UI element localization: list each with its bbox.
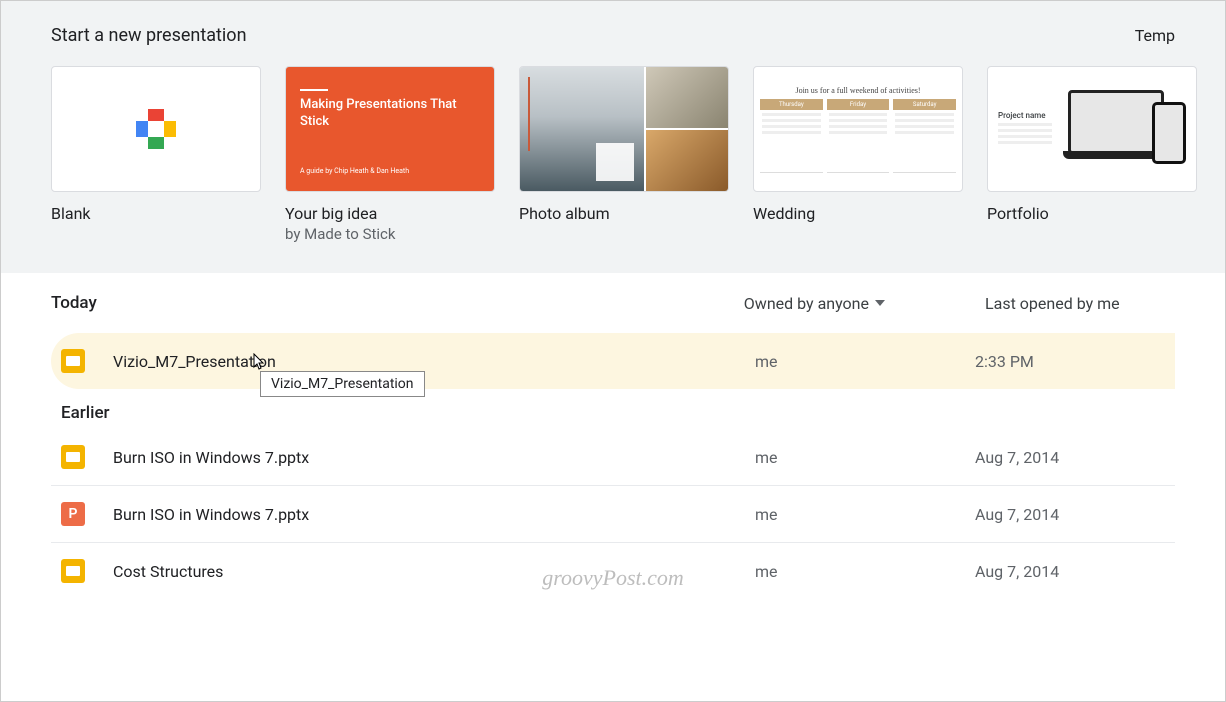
powerpoint-icon: P	[61, 502, 85, 526]
template-wedding-thumb[interactable]: Join us for a full weekend of activities…	[753, 66, 963, 192]
template-subtitle: by Made to Stick	[285, 225, 495, 243]
template-photo-album[interactable]: Photo album	[519, 66, 729, 243]
template-blank[interactable]: Blank	[51, 66, 261, 243]
file-date: Aug 7, 2014	[975, 448, 1165, 467]
template-name: Photo album	[519, 204, 729, 223]
sort-column-header[interactable]: Last opened by me	[985, 294, 1175, 313]
section-label-today: Today	[51, 293, 97, 313]
template-name: Wedding	[753, 204, 963, 223]
file-name: Burn ISO in Windows 7.pptx	[113, 505, 755, 524]
file-name: Burn ISO in Windows 7.pptx	[113, 448, 755, 467]
template-name: Your big idea	[285, 204, 495, 223]
file-owner: me	[755, 562, 975, 581]
template-portfolio[interactable]: Project name Portfolio	[987, 66, 1197, 243]
file-name: Cost Structures	[113, 562, 755, 581]
template-big-idea[interactable]: Making Presentations That Stick A guide …	[285, 66, 495, 243]
template-blank-thumb[interactable]	[51, 66, 261, 192]
file-row[interactable]: P Burn ISO in Windows 7.pptx me Aug 7, 2…	[51, 486, 1175, 543]
files-section: Today Owned by anyone Last opened by me …	[1, 273, 1225, 599]
templates-row: Blank Making Presentations That Stick A …	[51, 66, 1175, 243]
slides-icon	[61, 559, 85, 583]
file-owner: me	[755, 505, 975, 524]
chevron-down-icon	[875, 300, 885, 306]
big-idea-thumb-title: Making Presentations That Stick	[300, 97, 480, 131]
plus-icon	[136, 109, 176, 149]
templates-header: Start a new presentation Temp	[51, 25, 1175, 46]
file-row[interactable]: Vizio_M7_Presentation me 2:33 PM Vizio_M…	[51, 333, 1175, 389]
owner-filter-dropdown[interactable]: Owned by anyone	[744, 294, 885, 313]
owner-filter-label: Owned by anyone	[744, 294, 869, 313]
wedding-thumb-header: Join us for a full weekend of activities…	[795, 86, 920, 95]
portfolio-thumb-title: Project name	[998, 111, 1058, 120]
template-name: Portfolio	[987, 204, 1197, 223]
section-label-earlier: Earlier	[61, 403, 1175, 423]
template-big-idea-thumb[interactable]: Making Presentations That Stick A guide …	[285, 66, 495, 192]
file-row[interactable]: Cost Structures me Aug 7, 2014	[51, 543, 1175, 599]
files-header: Today Owned by anyone Last opened by me	[51, 293, 1175, 313]
file-date: Aug 7, 2014	[975, 505, 1165, 524]
slides-icon	[61, 349, 85, 373]
templates-section: Start a new presentation Temp Blank Maki…	[1, 1, 1225, 273]
file-row[interactable]: Burn ISO in Windows 7.pptx me Aug 7, 201…	[51, 429, 1175, 486]
file-tooltip: Vizio_M7_Presentation	[260, 371, 425, 397]
template-gallery-link[interactable]: Temp	[1135, 26, 1175, 45]
template-photo-album-thumb[interactable]	[519, 66, 729, 192]
file-owner: me	[755, 352, 975, 371]
file-date: 2:33 PM	[975, 352, 1165, 371]
file-owner: me	[755, 448, 975, 467]
file-name: Vizio_M7_Presentation	[113, 352, 755, 371]
devices-icon	[1066, 84, 1186, 174]
file-date: Aug 7, 2014	[975, 562, 1165, 581]
slides-icon	[61, 445, 85, 469]
template-portfolio-thumb[interactable]: Project name	[987, 66, 1197, 192]
templates-title: Start a new presentation	[51, 25, 247, 46]
template-name: Blank	[51, 204, 261, 223]
template-wedding[interactable]: Join us for a full weekend of activities…	[753, 66, 963, 243]
big-idea-thumb-sub: A guide by Chip Heath & Dan Heath	[300, 167, 409, 175]
